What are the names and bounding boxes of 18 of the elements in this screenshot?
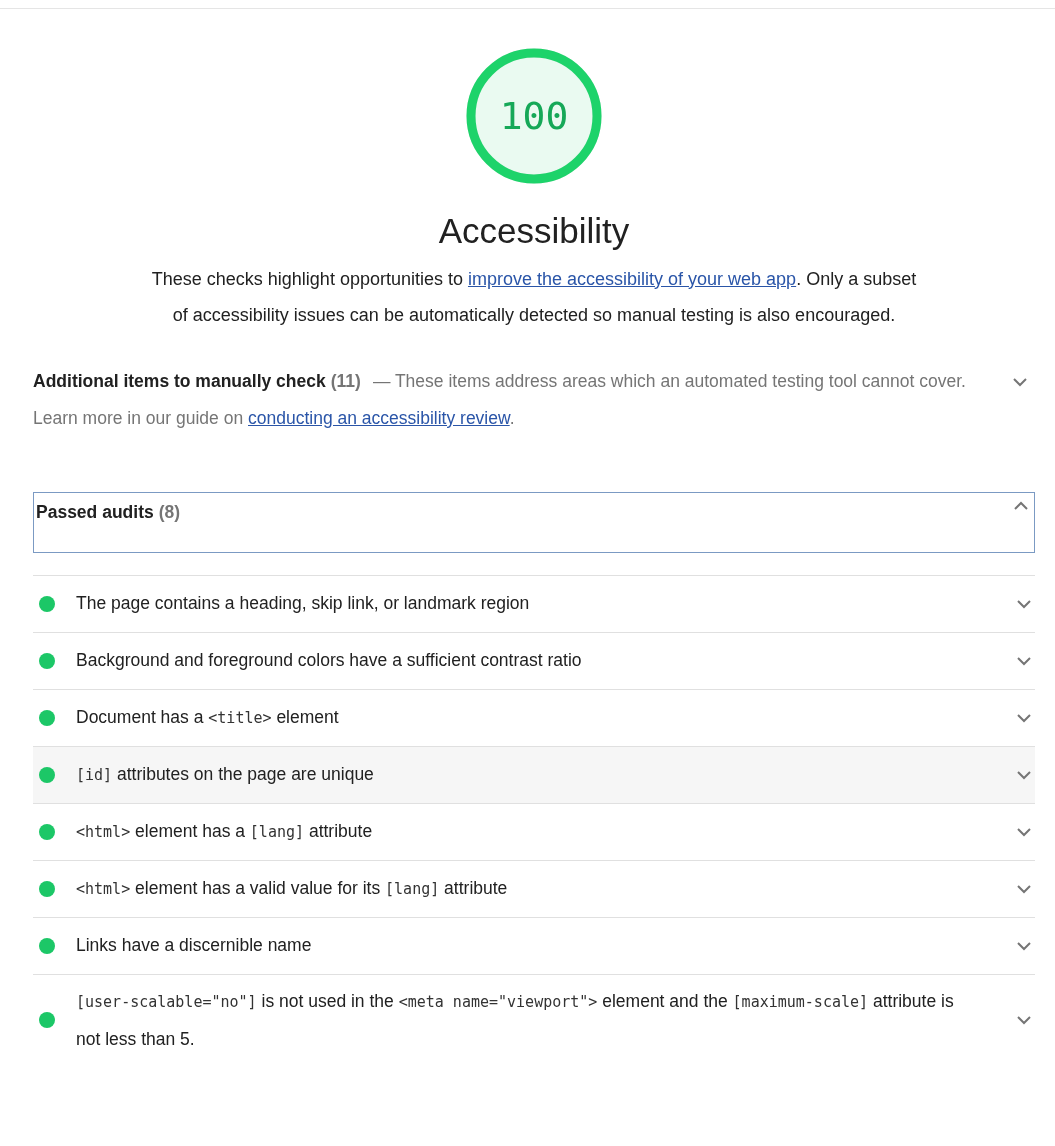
audit-title: Links have a discernible name (76, 934, 313, 958)
category-description: These checks highlight opportunities to improve the accessibility of your web app. Only a subset of accessibility issues can be automatically detected so manual testing is also encouraged. (151, 267, 917, 327)
chevron-down-icon (1011, 375, 1029, 388)
audit-title: The page contains a heading, skip link, or landmark region (76, 592, 531, 616)
audit-title: [user-scalable="no"] is not used in the <meta name="viewport"> element and the [maximum-scale] attribute is not less than 5. (76, 989, 955, 1051)
audit-title: [id] attributes on the page are unique (76, 762, 375, 786)
link[interactable]: improve the accessibility of your web app (467, 268, 797, 289)
category-title: Accessibility (438, 210, 630, 252)
passed-audits-header[interactable]: Passed audits (8) (33, 491, 1035, 553)
passed-audits-title: Passed audits (8) (36, 500, 181, 524)
audit-row[interactable]: [id] attributes on the page are unique (33, 745, 1035, 803)
audit-title: Background and foreground colors have a sufficient contrast ratio (76, 649, 583, 673)
link[interactable]: conducting an accessibility review (248, 407, 510, 428)
chevron-up-icon (1012, 499, 1030, 512)
audit-title: <html> element has a valid value for its [lang] attribute (76, 876, 509, 900)
audit-title: Document has a <title> element (76, 705, 340, 729)
manual-checks-description: Additional items to manually check (11) — These items address areas which an automated testing tool cannot cover. Learn more in our guide on conducting an accessibility review. (33, 369, 967, 430)
audit-title: <html> element has a [lang] attribute (76, 819, 374, 843)
